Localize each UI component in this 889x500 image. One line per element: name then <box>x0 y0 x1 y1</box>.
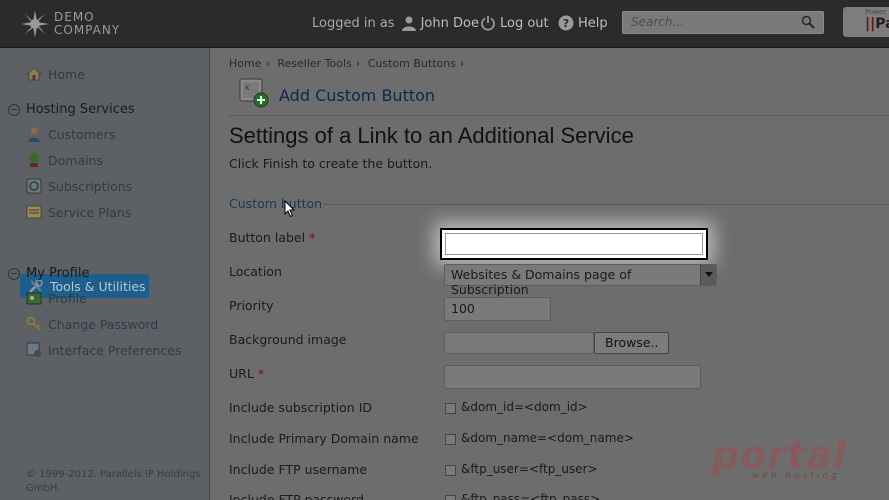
sidebar-item-home[interactable]: Home <box>26 66 85 82</box>
sidebar-section-my-profile-label: My Profile <box>26 266 90 281</box>
sidebar: Home Hosting Services Customers Domains … <box>0 48 210 500</box>
sidebar-item-profile[interactable]: Profile <box>26 290 87 306</box>
user-icon <box>401 16 416 31</box>
power-icon <box>481 16 495 31</box>
background-image-label: Background image <box>229 332 347 347</box>
logged-in-label: Logged in as <box>312 15 395 31</box>
sidebar-label-profile: Profile <box>48 290 87 306</box>
ftp-password-param: &ftp_pass=<ftp_pass> <box>461 492 601 500</box>
powered-label: Power <box>865 8 887 16</box>
include-subscription-id-checkbox[interactable] <box>445 403 456 414</box>
page-subtitle: Add Custom Button <box>279 86 436 105</box>
sidebar-item-domains[interactable]: Domains <box>26 152 103 168</box>
subscription-icon <box>26 178 42 194</box>
include-subscription-id-label: Include subscription ID <box>229 400 373 415</box>
profile-icon <box>26 292 42 305</box>
service-plan-icon <box>26 205 42 219</box>
sidebar-label-customers: Customers <box>48 126 116 142</box>
breadcrumb-custom-buttons[interactable]: Custom Buttons <box>368 57 456 70</box>
collapse-icon[interactable] <box>8 267 20 280</box>
add-button-icon: K <box>239 78 269 108</box>
help-link[interactable]: ? Help <box>558 15 608 31</box>
sidebar-label-service-plans: Service Plans <box>48 204 132 220</box>
required-mark: * <box>309 230 316 245</box>
top-bar: DEMO COMPANY Logged in as John Doe Log o… <box>0 0 889 48</box>
key-icon <box>26 316 41 331</box>
include-ftp-username-label: Include FTP username <box>229 462 368 477</box>
logout-link[interactable]: Log out <box>480 15 549 31</box>
sidebar-item-customers[interactable]: Customers <box>26 126 115 142</box>
browse-button[interactable]: Browse.. <box>594 332 670 354</box>
sidebar-label-home: Home <box>48 66 85 82</box>
page-description: Click Finish to create the button. <box>229 156 433 171</box>
logo-line-2: COMPANY <box>54 23 121 37</box>
sidebar-item-subscriptions[interactable]: Subscriptions <box>26 178 132 194</box>
sidebar-section-hosting[interactable]: Hosting Services <box>8 102 135 117</box>
search-input[interactable]: Search... <box>622 11 824 34</box>
search-placeholder: Search... <box>631 15 684 29</box>
include-primary-domain-checkbox[interactable] <box>445 434 456 445</box>
sidebar-item-interface-preferences[interactable]: Interface Preferences <box>26 342 181 358</box>
priority-label: Priority <box>229 298 274 313</box>
customer-icon <box>28 127 40 142</box>
user-name-link[interactable]: John Doe <box>421 16 479 31</box>
breadcrumb: Home › Reseller Tools › Custom Buttons › <box>229 57 468 70</box>
powered-brand: ||Par <box>865 16 889 32</box>
portal-watermark: portal web hosting <box>712 433 847 481</box>
include-primary-domain-label: Include Primary Domain name <box>229 431 419 446</box>
url-label: URL * <box>229 366 265 381</box>
preferences-icon <box>26 342 41 357</box>
logout-label: Log out <box>500 15 549 31</box>
mouse-cursor-icon <box>284 200 296 218</box>
url-input[interactable] <box>444 365 701 389</box>
priority-value: 100 <box>451 301 475 316</box>
help-icon: ? <box>558 15 574 31</box>
breadcrumb-separator: › <box>265 57 270 70</box>
breadcrumb-separator: › <box>459 57 465 70</box>
ftp-username-param: &ftp_user=<ftp_user> <box>461 462 598 476</box>
help-label: Help <box>578 15 608 31</box>
svg-text:?: ? <box>563 17 569 30</box>
priority-input[interactable]: 100 <box>444 297 551 321</box>
primary-domain-param: &dom_name=<dom_name> <box>461 431 634 445</box>
include-ftp-password-checkbox[interactable] <box>445 495 456 500</box>
location-select-value: Websites & Domains page of Subscription <box>451 267 632 297</box>
company-logo[interactable]: DEMO COMPANY <box>20 8 120 40</box>
divider <box>229 115 889 116</box>
sidebar-label-change-password: Change Password <box>48 316 159 332</box>
home-icon <box>26 67 42 81</box>
sidebar-label-interface-preferences: Interface Preferences <box>48 342 182 358</box>
breadcrumb-home[interactable]: Home <box>229 57 261 70</box>
sidebar-section-my-profile[interactable]: My Profile <box>8 266 89 281</box>
svg-text:K: K <box>245 84 250 92</box>
location-select[interactable]: Websites & Domains page of Subscription <box>444 264 717 297</box>
sidebar-label-domains: Domains <box>48 152 104 168</box>
domain-icon <box>29 153 39 167</box>
search-icon[interactable] <box>801 15 815 29</box>
logged-in-info: Logged in as John Doe <box>312 15 479 31</box>
button-label-label: Button label * <box>229 230 316 245</box>
sidebar-item-change-password[interactable]: Change Password <box>26 316 158 332</box>
location-label: Location <box>229 264 282 279</box>
sidebar-section-hosting-label: Hosting Services <box>26 102 135 117</box>
breadcrumb-separator: › <box>355 57 361 70</box>
subscription-id-param: &dom_id=<dom_id> <box>461 400 588 414</box>
include-ftp-username-checkbox[interactable] <box>445 465 456 476</box>
page-title: Settings of a Link to an Additional Serv… <box>229 123 634 148</box>
copyright-text: © 1999-2012. Parallels IP Holdings GmbH. <box>26 469 201 494</box>
include-ftp-password-label: Include FTP password <box>229 492 364 500</box>
section-title: Custom button <box>229 196 323 211</box>
background-image-file-input[interactable] <box>444 332 594 354</box>
logo-star-icon <box>21 10 49 38</box>
required-mark: * <box>257 366 265 381</box>
sidebar-label-subscriptions: Subscriptions <box>48 178 133 194</box>
button-label-input[interactable] <box>440 228 708 260</box>
breadcrumb-reseller-tools[interactable]: Reseller Tools <box>277 57 351 70</box>
chevron-down-icon <box>700 265 716 285</box>
section-divider <box>323 204 889 205</box>
collapse-icon[interactable] <box>8 103 20 116</box>
sidebar-item-service-plans[interactable]: Service Plans <box>26 204 131 220</box>
powered-by-badge[interactable]: Power ||Par <box>843 7 889 37</box>
watermark-sub: web hosting <box>752 471 840 481</box>
